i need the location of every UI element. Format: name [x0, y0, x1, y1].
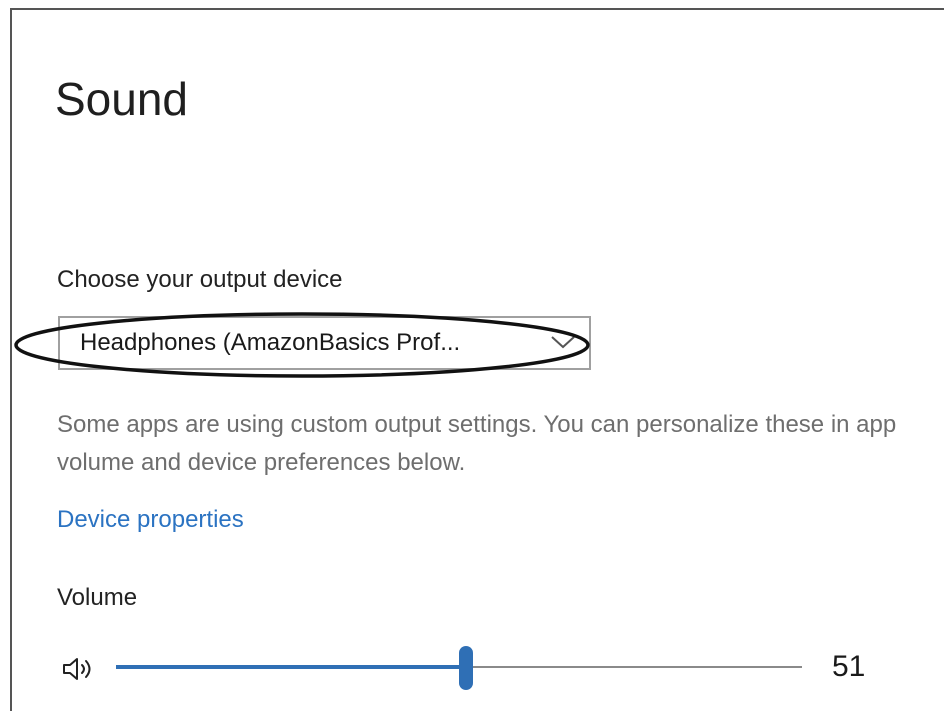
volume-slider-thumb[interactable] [458, 646, 473, 690]
volume-slider[interactable] [116, 646, 802, 690]
page-title: Sound [55, 73, 189, 125]
volume-value: 51 [832, 650, 866, 683]
volume-slider-fill [116, 665, 466, 669]
custom-output-description: Some apps are using custom output settin… [57, 411, 897, 476]
output-device-selected-value: Headphones (AmazonBasics Prof... [80, 329, 461, 356]
output-device-label: Choose your output device [57, 266, 343, 293]
device-properties-link[interactable]: Device properties [57, 506, 244, 534]
chevron-down-icon [551, 336, 575, 349]
output-device-dropdown[interactable]: Headphones (AmazonBasics Prof... [58, 316, 591, 370]
speaker-icon[interactable] [62, 656, 100, 682]
volume-label: Volume [57, 584, 138, 611]
